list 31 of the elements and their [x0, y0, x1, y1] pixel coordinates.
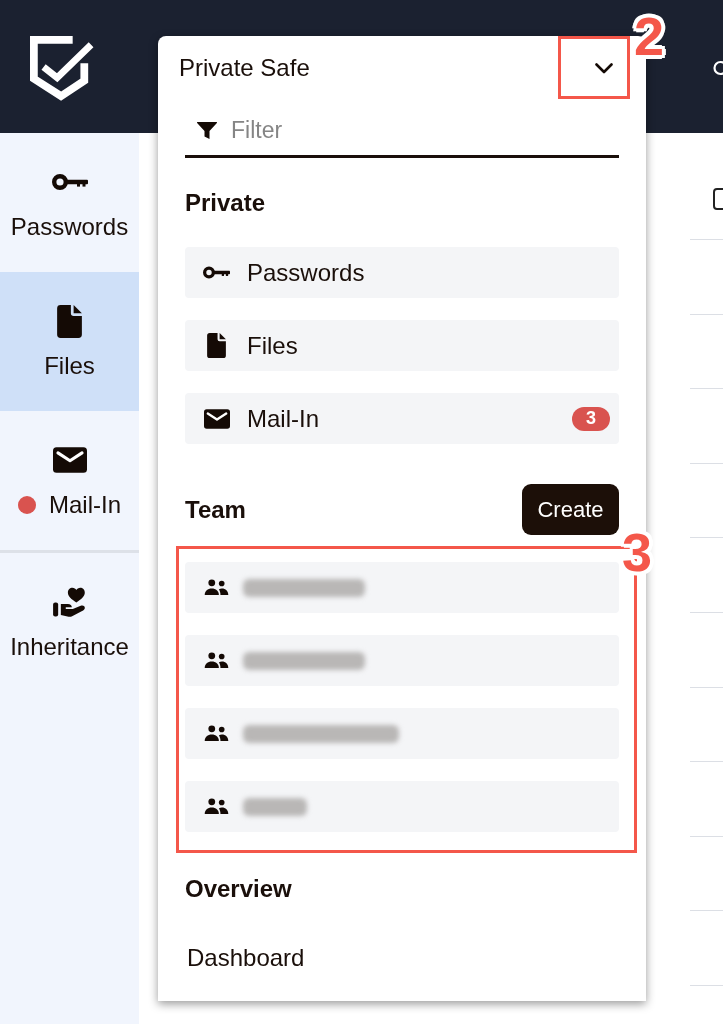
people-icon — [204, 725, 229, 742]
envelope-icon — [52, 447, 87, 473]
file-icon — [57, 304, 82, 338]
section-heading: Overview — [185, 875, 293, 903]
count-badge: 3 — [572, 406, 610, 431]
dashboard-link[interactable]: Dashboard — [185, 944, 305, 972]
sidebar-item[interactable]: Passwords — [0, 133, 139, 272]
blurred-name — [243, 797, 307, 816]
menu-item[interactable]: Passwords — [185, 247, 619, 298]
envelope-icon — [203, 408, 230, 429]
people-icon — [204, 652, 229, 669]
sidebar-item[interactable]: Mail-In — [0, 411, 139, 550]
sidebar-item[interactable]: Files — [0, 272, 139, 411]
people-icon — [204, 798, 229, 815]
people-icon — [204, 579, 229, 596]
key-icon — [203, 265, 230, 280]
heart-hand-icon — [52, 586, 87, 618]
file-icon — [207, 333, 226, 358]
shield-logo-icon[interactable] — [30, 35, 94, 101]
key-icon — [51, 172, 88, 192]
filter-field[interactable]: Filter — [185, 106, 619, 158]
sidebar-item[interactable]: Inheritance — [0, 553, 139, 692]
checkbox[interactable] — [713, 188, 723, 210]
filter-icon — [197, 122, 217, 140]
chevron-down-icon[interactable] — [595, 62, 613, 74]
callout-number: 2 — [634, 9, 665, 63]
section-heading: Team — [185, 495, 246, 524]
menu-item[interactable]: Files — [185, 320, 619, 371]
create-button[interactable]: Create — [522, 484, 619, 535]
menu-item[interactable]: Mail-In 3 — [185, 393, 619, 444]
section-heading: Private — [185, 189, 267, 217]
